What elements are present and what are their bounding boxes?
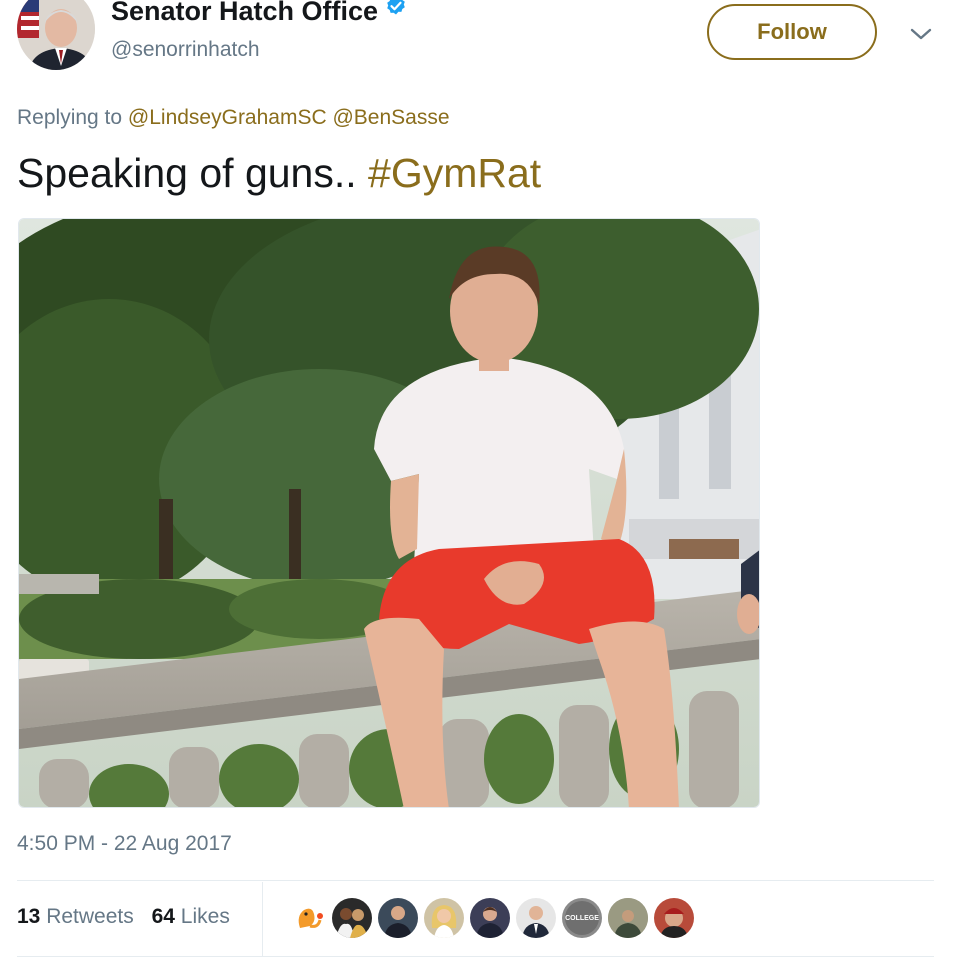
liker-avatar-caption: COLLEGE	[565, 915, 599, 922]
tweet-text: Speaking of guns.. #GymRat	[17, 150, 541, 197]
follow-button[interactable]: Follow	[707, 4, 877, 60]
tweet-body: Speaking of guns..	[17, 150, 357, 196]
mention-link[interactable]: @LindseyGrahamSC	[128, 106, 327, 129]
liker-avatar[interactable]	[470, 898, 510, 938]
liker-avatar[interactable]	[654, 898, 694, 938]
liker-avatar[interactable]	[516, 898, 556, 938]
divider	[17, 956, 934, 957]
likes-label: Likes	[180, 905, 230, 928]
liker-avatar[interactable]	[424, 898, 464, 938]
retweets-label: Retweets	[46, 905, 134, 928]
divider	[17, 880, 934, 881]
display-name-text[interactable]: Senator Hatch Office	[111, 0, 378, 26]
liker-avatar[interactable]	[286, 898, 326, 938]
likes-count: 64	[151, 905, 175, 928]
liker-avatars: COLLEGE	[286, 898, 694, 938]
display-name[interactable]: Senator Hatch Office	[111, 0, 408, 28]
likes-stat[interactable]: 64 Likes	[152, 905, 230, 928]
replying-to: Replying to @LindseyGrahamSC @BenSasse	[17, 106, 450, 130]
tweet-photo[interactable]	[18, 218, 760, 808]
retweets-count: 13	[17, 905, 41, 928]
liker-avatar[interactable]	[332, 898, 372, 938]
chevron-down-icon[interactable]	[908, 24, 934, 44]
user-handle[interactable]: @senorrinhatch	[111, 38, 260, 62]
tweet-timestamp[interactable]: 4:50 PM - 22 Aug 2017	[17, 832, 232, 856]
verified-badge-icon	[384, 0, 408, 25]
profile-avatar[interactable]	[17, 0, 95, 70]
stats-separator	[262, 882, 263, 956]
replying-to-label: Replying to	[17, 106, 123, 129]
liker-avatar[interactable]	[608, 898, 648, 938]
mention-link[interactable]: @BenSasse	[332, 106, 449, 129]
liker-avatar[interactable]	[378, 898, 418, 938]
tweet-stats: 13 Retweets 64 Likes	[17, 905, 230, 929]
liker-avatar[interactable]: COLLEGE	[562, 898, 602, 938]
hashtag-link[interactable]: #GymRat	[368, 150, 541, 196]
retweets-stat[interactable]: 13 Retweets	[17, 905, 134, 928]
